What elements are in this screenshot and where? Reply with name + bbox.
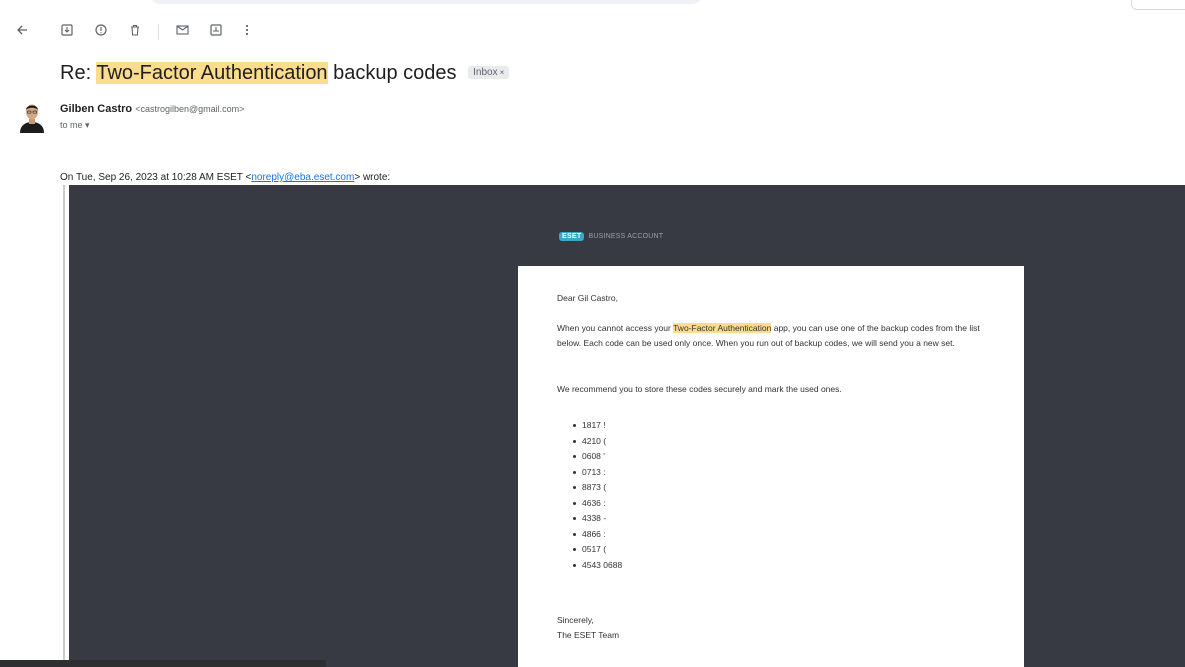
para1-text: When you cannot access your: [557, 323, 674, 333]
archive-icon[interactable]: [57, 20, 77, 40]
report-icon[interactable]: [91, 20, 111, 40]
backup-code: 4866 :: [557, 527, 622, 543]
paragraph-backup-info: When you cannot access your Two-Factor A…: [557, 321, 987, 351]
quote-header-text: On Tue, Sep 26, 2023 at 10:28 AM ESET <: [60, 172, 252, 183]
email-body-card: Dear Gil Castro, When you cannot access …: [518, 266, 1024, 667]
sender-email-link[interactable]: noreply@eba.eset.com: [251, 172, 354, 183]
mail-icon[interactable]: [172, 20, 192, 40]
eset-logo: ESET BUSINESS ACCOUNT: [559, 232, 663, 241]
sender-name[interactable]: Gilben Castro: [60, 103, 132, 115]
move-to-icon[interactable]: [206, 20, 226, 40]
backup-code: 4338 -: [557, 511, 622, 527]
backup-code: 1817 !: [557, 418, 622, 434]
sender-email: <castrogilben@gmail.com>: [135, 104, 245, 114]
trash-icon[interactable]: [125, 20, 145, 40]
eset-logo-mark: ESET: [559, 232, 585, 241]
chevron-down-icon[interactable]: ▾: [85, 120, 90, 130]
top-right-control[interactable]: [1131, 0, 1185, 10]
search-bar-edge[interactable]: [150, 0, 702, 4]
subject-highlight: Two-Factor Authentication: [96, 62, 328, 84]
to-me-label: to me: [60, 120, 83, 130]
closing: Sincerely,: [557, 615, 594, 625]
backup-code: 8873 (: [557, 480, 622, 496]
inbox-label-badge[interactable]: Inbox ×: [468, 66, 510, 79]
inbox-label: Inbox: [473, 67, 498, 78]
quote-bar: [63, 185, 65, 667]
bottom-bar: [0, 660, 326, 667]
backup-code: 4210 (: [557, 434, 622, 450]
para1-highlight: Two-Factor Authentication: [673, 323, 772, 333]
remove-label-icon[interactable]: ×: [500, 68, 505, 77]
more-vertical-icon[interactable]: [237, 20, 257, 40]
email-toolbar: [0, 16, 300, 46]
backup-code: 0608 ': [557, 449, 622, 465]
email-subject: Re: Two-Factor Authentication backup cod…: [60, 62, 510, 85]
avatar[interactable]: [18, 101, 46, 133]
backup-code: 4543 0688: [557, 558, 622, 574]
arrow-left-icon[interactable]: [12, 20, 32, 40]
recipients-toggle[interactable]: to me ▾: [60, 120, 90, 131]
backup-codes-list: 1817 ! 4210 ( 0608 ' 0713 : 8873 ( 4636 …: [557, 418, 622, 573]
subject-prefix: Re:: [60, 62, 97, 84]
subject-suffix: backup codes: [327, 62, 457, 84]
toolbar-divider: [158, 24, 159, 40]
signature: The ESET Team: [557, 630, 620, 640]
quote-header-suffix: > wrote:: [354, 172, 391, 183]
quote-header: On Tue, Sep 26, 2023 at 10:28 AM ESET <n…: [60, 172, 390, 183]
backup-code: 4636 :: [557, 496, 622, 512]
sender-info: Gilben Castro <castrogilben@gmail.com>: [60, 103, 244, 115]
paragraph-recommend: We recommend you to store these codes se…: [557, 384, 842, 394]
backup-code: 0517 (: [557, 542, 622, 558]
business-account-label: BUSINESS ACCOUNT: [588, 233, 664, 240]
backup-code: 0713 :: [557, 465, 622, 481]
greeting: Dear Gil Castro,: [557, 293, 618, 303]
